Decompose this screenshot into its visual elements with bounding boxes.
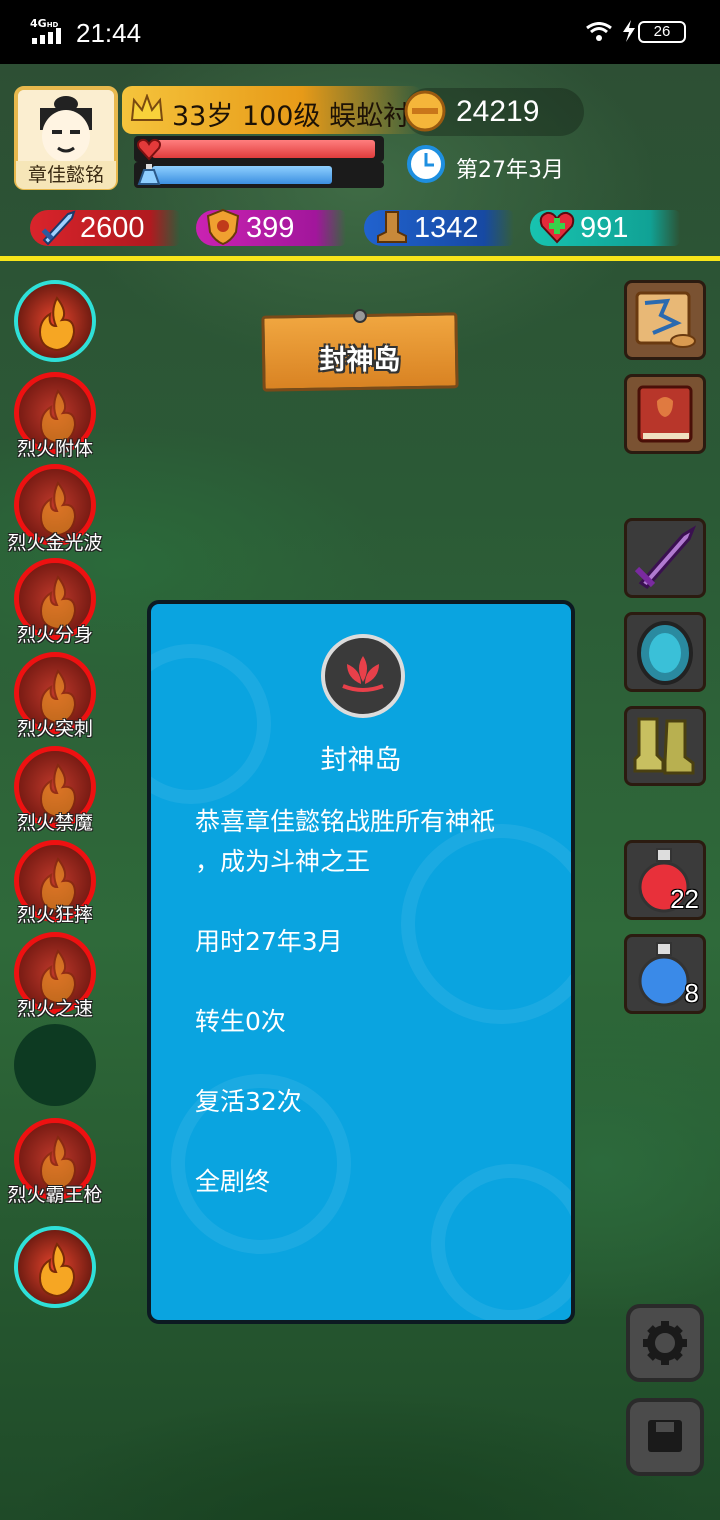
location-name: 封神岛 [319, 345, 401, 376]
clock-icon [407, 145, 445, 183]
skill-label: 烈火突刺 [16, 718, 93, 740]
lotus-icon [342, 656, 384, 692]
sword-attack-icon [41, 210, 76, 246]
status-bar: 4GHD 21:44 26 [0, 0, 720, 64]
crown-icon [130, 94, 164, 121]
coin-count: 24219 [456, 95, 540, 128]
gold-coin-icon [404, 90, 446, 132]
skill-label: 烈火分身 [16, 624, 93, 646]
congrats-line-1: 恭喜章佳懿铭战胜所有神祇 [195, 807, 496, 836]
shield-icon [206, 208, 240, 246]
settings-button[interactable] [626, 1304, 704, 1382]
boots-icon [633, 717, 695, 775]
clock: 21:44 [76, 18, 142, 48]
skill-label: 烈火狂摔 [16, 904, 93, 926]
speed-value: 1342 [414, 212, 479, 244]
hp-potion-count: 22 [670, 884, 699, 914]
dialog-title: 封神岛 [320, 745, 402, 776]
fire-dragon-icon [38, 296, 76, 352]
mp-bar [134, 162, 384, 188]
hp-potion-slot[interactable]: 22 [624, 840, 706, 920]
skill-label: 烈火禁魔 [16, 812, 93, 834]
boots-slot[interactable] [624, 706, 706, 786]
armor-slot[interactable] [624, 612, 706, 692]
age-level-title: 33岁 100级 蜈蚣衬 [172, 101, 411, 132]
player-name: 章佳懿铭 [16, 161, 116, 189]
skill-slot[interactable] [14, 1226, 96, 1308]
level-banner: 33岁 100级 蜈蚣衬 [122, 86, 422, 134]
bubble-decor [151, 644, 271, 804]
hp-bar [134, 136, 384, 162]
mp-bar-fill [152, 166, 333, 184]
skill-label: 烈火附体 [16, 438, 93, 460]
location-sign: 封神岛 [261, 308, 459, 392]
signal-icon [32, 28, 61, 44]
mana-flask-icon [137, 164, 161, 185]
heart-icon [137, 138, 161, 161]
health-value: 991 [580, 212, 629, 244]
time-used: 用时27年3月 [195, 927, 343, 956]
book-icon [637, 385, 693, 443]
header-divider [0, 256, 720, 261]
revival-count: 复活32次 [195, 1087, 302, 1116]
attack-value: 2600 [80, 212, 145, 244]
nail-icon [353, 309, 367, 323]
hp-bar-fill [152, 140, 376, 158]
speed-stat: 1342 [364, 206, 514, 248]
save-button[interactable] [626, 1398, 704, 1476]
wifi-icon [586, 22, 612, 41]
map-button[interactable] [624, 280, 706, 360]
charging-icon [623, 20, 635, 42]
game-date: 第27年3月 [456, 158, 564, 183]
attack-stat: 2600 [30, 206, 180, 248]
rebirth-count: 转生0次 [195, 1007, 286, 1036]
mp-potion-slot[interactable]: 8 [624, 934, 706, 1014]
skill-label: 烈火霸王枪 [7, 1184, 103, 1206]
gear-icon [643, 1321, 687, 1365]
defense-stat: 399 [196, 206, 346, 248]
heart-plus-icon [539, 211, 575, 244]
defense-value: 399 [246, 212, 295, 244]
ending-text: 全剧终 [195, 1167, 271, 1196]
save-icon [648, 1420, 682, 1452]
book-button[interactable] [624, 374, 706, 454]
congrats-line-2: ，成为斗神之王 [195, 847, 371, 876]
mp-potion-count: 8 [684, 978, 699, 1008]
weapon-slot[interactable] [624, 518, 706, 598]
sword-icon [634, 525, 697, 589]
skill-slot[interactable] [14, 1024, 96, 1106]
skill-slot[interactable] [14, 280, 96, 362]
armor-icon [637, 621, 693, 685]
lotus-emblem [321, 634, 405, 718]
fire-torch-icon [38, 1242, 76, 1298]
ending-dialog: 封神岛 恭喜章佳懿铭战胜所有神祇 ，成为斗神之王 用时27年3月 转生0次 复活… [147, 600, 575, 1324]
skill-label: 烈火之速 [16, 998, 93, 1020]
scroll-map-icon [635, 291, 696, 348]
boot-speed-icon [377, 211, 407, 243]
battery-level: 26 [638, 21, 686, 43]
skill-label: 烈火金光波 [7, 532, 103, 554]
health-stat: 991 [530, 206, 680, 248]
